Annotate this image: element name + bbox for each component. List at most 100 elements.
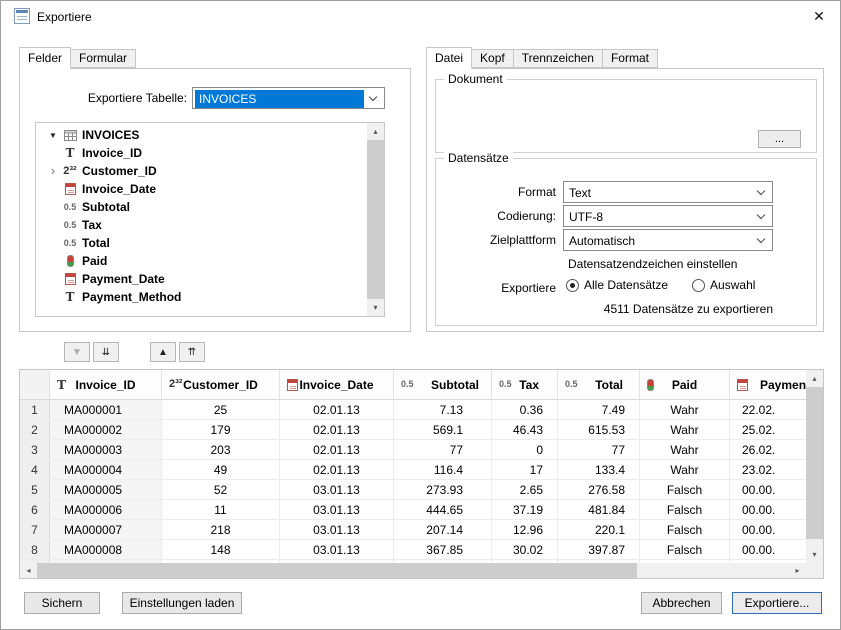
table-cell: 148 — [162, 540, 280, 559]
table-cell: 0 — [492, 440, 558, 459]
column-header-total[interactable]: 0.5Total — [558, 370, 640, 399]
tree-field-paid[interactable]: Paid — [36, 252, 367, 270]
chevron-down-icon — [757, 235, 765, 243]
tab-formular[interactable]: Formular — [70, 49, 136, 68]
left-tab-strip: FelderFormular — [19, 47, 135, 68]
field-label: Tax — [82, 218, 102, 232]
dokument-group: Dokument ... — [435, 79, 817, 153]
tree-field-invoice_id[interactable]: TInvoice_ID — [36, 144, 367, 162]
column-label: Customer_ID — [183, 378, 258, 392]
row-number: 8 — [20, 540, 50, 559]
table-cell: 7.49 — [558, 400, 640, 419]
field-type-icon-cell — [61, 255, 79, 267]
move-to-top-button[interactable]: ⇈ — [179, 342, 205, 362]
table-row[interactable]: 2MA00000217902.01.13569.146.43615.53Wahr… — [20, 420, 806, 440]
scrollbar-thumb[interactable] — [367, 140, 384, 299]
export-button[interactable]: Exportiere... — [732, 592, 822, 614]
tree-field-total[interactable]: 0.5Total — [36, 234, 367, 252]
scroll-up-icon[interactable]: ▴ — [806, 370, 823, 387]
scrollbar-thumb[interactable] — [37, 563, 637, 578]
export-table-select[interactable]: INVOICES — [192, 87, 385, 109]
field-type-icon-cell: 0.5 — [61, 239, 79, 248]
table-cell: 2.65 — [492, 480, 558, 499]
table-cell: 220.1 — [558, 520, 640, 539]
float-icon: 0.5 — [64, 203, 77, 212]
tab-kopf[interactable]: Kopf — [471, 49, 514, 68]
target-platform-value: Automatisch — [569, 233, 750, 249]
tree-field-customer_id[interactable]: ›2³²Customer_ID — [36, 162, 367, 180]
record-terminator-link[interactable]: Datensatzendzeichen einstellen — [568, 257, 737, 271]
table-row[interactable]: 8MA00000814803.01.13367.8530.02397.87Fal… — [20, 540, 806, 560]
field-move-buttons: ▼⇊ ▲⇈ — [1, 342, 840, 362]
column-header-invoice_id[interactable]: TInvoice_ID — [50, 370, 162, 399]
table-cell: 569.1 — [394, 420, 492, 439]
close-button[interactable]: ✕ — [811, 8, 827, 24]
table-cell: 218 — [162, 520, 280, 539]
table-row[interactable]: 5MA0000055203.01.13273.932.65276.58Falsc… — [20, 480, 806, 500]
load-settings-button[interactable]: Einstellungen laden — [122, 592, 242, 614]
table-cell: 02.01.13 — [280, 440, 394, 459]
scroll-right-icon[interactable]: ▸ — [789, 563, 806, 578]
table-cell: 615.53 — [558, 420, 640, 439]
radio-auswahl-label: Auswahl — [710, 278, 755, 292]
browse-button[interactable]: ... — [758, 130, 801, 148]
field-type-icon-cell: 0.5 — [61, 203, 79, 212]
column-header-customer_id[interactable]: 2³²Customer_ID — [162, 370, 280, 399]
table-header-row: TInvoice_ID2³²Customer_IDInvoice_Date0.5… — [20, 370, 806, 400]
column-header-payment_date[interactable]: Payment_Date — [730, 370, 806, 399]
scrollbar-thumb[interactable] — [806, 387, 823, 539]
expander-icon[interactable]: › — [45, 166, 61, 176]
radio-alle-datensaetze[interactable] — [566, 279, 579, 292]
tree-root-invoices[interactable]: ▼ INVOICES — [36, 126, 367, 144]
int32-icon: 2³² — [169, 379, 182, 390]
column-header-paid[interactable]: Paid — [640, 370, 730, 399]
field-tree: ▼ INVOICES TInvoice_ID›2³²Customer_IDInv… — [35, 122, 385, 317]
table-cell: 276.58 — [558, 480, 640, 499]
scroll-down-icon[interactable]: ▾ — [806, 546, 823, 563]
table-vertical-scrollbar[interactable]: ▴ ▾ — [806, 370, 823, 563]
table-row[interactable]: 6MA0000061103.01.13444.6537.19481.84Fals… — [20, 500, 806, 520]
table-horizontal-scrollbar[interactable]: ◂ ▸ — [20, 563, 806, 578]
column-header-invoice_date[interactable]: Invoice_Date — [280, 370, 394, 399]
table-cell: 00.00. — [730, 480, 806, 499]
tree-field-payment_date[interactable]: Payment_Date — [36, 270, 367, 288]
encoding-select[interactable]: UTF-8 — [563, 205, 773, 227]
scrollbar-corner — [806, 563, 823, 578]
table-row[interactable]: 3MA00000320302.01.1377077Wahr26.02. — [20, 440, 806, 460]
format-value: Text — [569, 185, 750, 201]
datensaetze-group: Datensätze Format Text Codierung: UTF-8 … — [435, 158, 817, 326]
tree-field-payment_method[interactable]: TPayment_Method — [36, 288, 367, 306]
field-label: Payment_Date — [82, 272, 165, 286]
tree-scrollbar[interactable]: ▴ ▾ — [367, 123, 384, 316]
save-settings-button[interactable]: Sichern — [24, 592, 100, 614]
cancel-button[interactable]: Abbrechen — [641, 592, 722, 614]
tree-field-tax[interactable]: 0.5Tax — [36, 216, 367, 234]
felder-tab-page: Exportiere Tabelle: INVOICES ▼ — [19, 68, 411, 332]
scroll-left-icon[interactable]: ◂ — [20, 563, 37, 578]
radio-auswahl[interactable] — [692, 279, 705, 292]
tab-trennzeichen[interactable]: Trennzeichen — [513, 49, 603, 68]
collapse-caret-icon[interactable]: ▼ — [45, 131, 61, 140]
row-number-header[interactable] — [20, 370, 50, 399]
tab-datei[interactable]: Datei — [426, 47, 472, 69]
target-platform-select[interactable]: Automatisch — [563, 229, 773, 251]
chevron-down-icon — [757, 211, 765, 219]
table-cell: 11 — [162, 500, 280, 519]
tab-felder[interactable]: Felder — [19, 47, 71, 69]
table-cell: 30.02 — [492, 540, 558, 559]
move-down-button[interactable]: ▼ — [64, 342, 90, 362]
format-select[interactable]: Text — [563, 181, 773, 203]
table-row[interactable]: 4MA0000044902.01.13116.417133.4Wahr23.02… — [20, 460, 806, 480]
scroll-up-icon[interactable]: ▴ — [367, 123, 384, 140]
tree-field-list: TInvoice_ID›2³²Customer_IDInvoice_Date0.… — [36, 144, 367, 306]
column-header-subtotal[interactable]: 0.5Subtotal — [394, 370, 492, 399]
tab-format[interactable]: Format — [602, 49, 658, 68]
tree-field-subtotal[interactable]: 0.5Subtotal — [36, 198, 367, 216]
scroll-down-icon[interactable]: ▾ — [367, 299, 384, 316]
move-to-bottom-button[interactable]: ⇊ — [93, 342, 119, 362]
column-header-tax[interactable]: 0.5Tax — [492, 370, 558, 399]
table-row[interactable]: 7MA00000721803.01.13207.1412.96220.1Fals… — [20, 520, 806, 540]
table-row[interactable]: 1MA0000012502.01.137.130.367.49Wahr22.02… — [20, 400, 806, 420]
move-up-button[interactable]: ▲ — [150, 342, 176, 362]
tree-field-invoice_date[interactable]: Invoice_Date — [36, 180, 367, 198]
